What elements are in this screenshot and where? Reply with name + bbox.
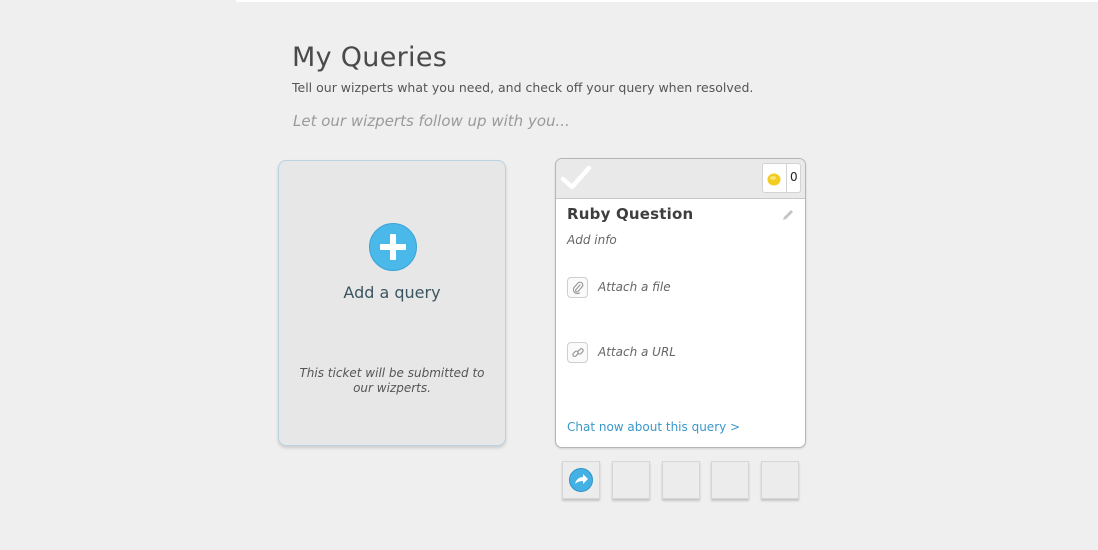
- paperclip-icon: [567, 277, 588, 298]
- action-tile[interactable]: [662, 461, 700, 499]
- coin-count: 0: [790, 170, 798, 184]
- plus-circle-icon[interactable]: [369, 223, 417, 271]
- pencil-icon[interactable]: [781, 208, 795, 222]
- action-tile[interactable]: [711, 461, 749, 499]
- add-query-card[interactable]: Add a query This ticket will be submitte…: [278, 160, 506, 446]
- coin-counter: 0: [762, 163, 801, 193]
- top-bar: [236, 0, 1098, 2]
- action-tile[interactable]: [761, 461, 799, 499]
- coin-divider: [786, 164, 787, 192]
- followup-prompt: Let our wizperts follow up with you...: [293, 112, 570, 130]
- page-title: My Queries: [292, 42, 448, 73]
- add-query-note: This ticket will be submitted to our wiz…: [299, 366, 485, 395]
- add-info-field[interactable]: Add info: [567, 233, 617, 247]
- link-icon: [567, 342, 588, 363]
- query-title: Ruby Question: [567, 205, 694, 223]
- page-subtitle: Tell our wizperts what you need, and che…: [292, 80, 754, 95]
- check-icon[interactable]: [560, 164, 592, 192]
- share-button[interactable]: [562, 461, 600, 499]
- attach-url-label: Attach a URL: [598, 345, 676, 359]
- add-query-label[interactable]: Add a query: [279, 283, 505, 302]
- share-icon: [569, 468, 593, 492]
- chat-now-link[interactable]: Chat now about this query >: [567, 420, 740, 434]
- action-tile[interactable]: [612, 461, 650, 499]
- query-card: 0 Ruby Question Add info Attach a file A…: [555, 158, 806, 448]
- query-card-header: 0: [556, 159, 805, 199]
- coin-icon: [767, 173, 781, 186]
- attach-file-label: Attach a file: [598, 280, 671, 294]
